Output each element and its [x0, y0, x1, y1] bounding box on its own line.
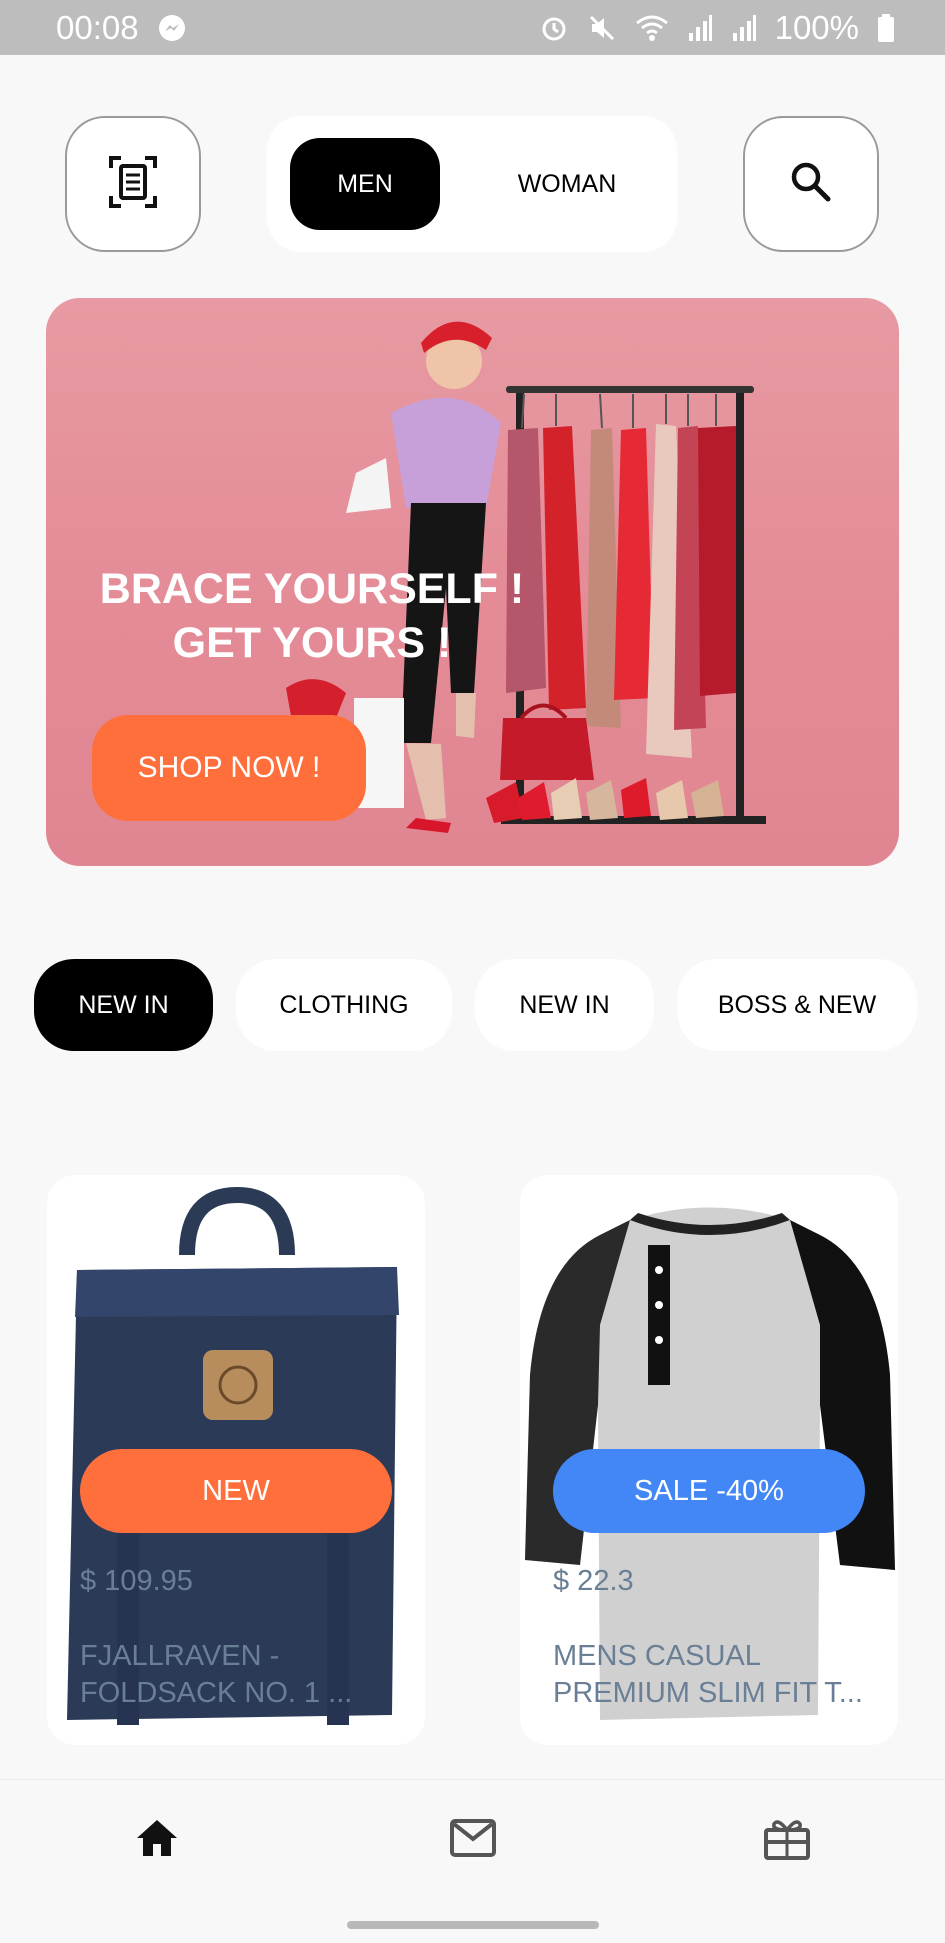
mute-icon — [587, 13, 617, 43]
tab-woman[interactable]: WOMAN — [482, 138, 652, 230]
nav-messages[interactable] — [433, 1800, 513, 1880]
status-time: 00:08 — [56, 8, 139, 46]
category-chip-new-in-2[interactable]: NEW IN — [475, 959, 654, 1051]
wifi-icon — [635, 13, 669, 43]
battery-percentage: 100% — [774, 8, 859, 46]
shop-now-button[interactable]: SHOP NOW ! — [92, 715, 366, 821]
category-chip-clothing[interactable]: CLOTHING — [236, 959, 452, 1051]
alarm-icon — [539, 13, 569, 43]
product-price: $ 109.95 — [80, 1565, 193, 1597]
product-price: $ 22.3 — [553, 1565, 634, 1597]
product-badge: NEW — [80, 1449, 392, 1533]
product-title: MENS CASUAL PREMIUM SLIM FIT T... — [553, 1638, 883, 1712]
product-title: FJALLRAVEN - FOLDSACK NO. 1 ... — [80, 1638, 410, 1712]
nav-gifts[interactable] — [747, 1800, 827, 1880]
category-chip-new-in[interactable]: NEW IN — [34, 959, 213, 1051]
product-title-line-1: FJALLRAVEN - — [80, 1640, 280, 1672]
nav-home[interactable] — [117, 1800, 197, 1880]
product-title-line-2: PREMIUM SLIM FIT T... — [553, 1677, 863, 1709]
category-chip-boss-and-new[interactable]: BOSS & NEW — [677, 959, 917, 1051]
bottom-navigation — [0, 1779, 945, 1909]
search-button[interactable] — [743, 116, 879, 252]
banner-headline: BRACE YOURSELF ! GET YOURS ! — [92, 562, 532, 670]
status-right: 100% — [539, 9, 895, 47]
promo-banner[interactable]: BRACE YOURSELF ! GET YOURS ! SHOP NOW ! — [46, 298, 899, 866]
product-title-line-1: MENS CASUAL — [553, 1640, 761, 1672]
tab-men[interactable]: MEN — [290, 138, 440, 230]
gender-toggle: MEN WOMAN — [267, 116, 677, 252]
search-icon — [790, 161, 832, 208]
banner-headline-line-2: GET YOURS ! — [172, 619, 452, 667]
banner-headline-line-1: BRACE YOURSELF ! — [99, 565, 525, 613]
scan-button[interactable] — [65, 116, 201, 252]
battery-icon — [877, 13, 895, 43]
product-title-line-2: FOLDSACK NO. 1 ... — [80, 1677, 353, 1709]
mail-icon — [450, 1818, 496, 1862]
product-card[interactable]: NEW $ 109.95 FJALLRAVEN - FOLDSACK NO. 1… — [47, 1175, 425, 1745]
system-home-indicator[interactable] — [347, 1921, 599, 1929]
gift-icon — [764, 1816, 810, 1865]
product-card[interactable]: SALE -40% $ 22.3 MENS CASUAL PREMIUM SLI… — [520, 1175, 898, 1745]
product-badge: SALE -40% — [553, 1449, 865, 1533]
home-icon — [135, 1818, 179, 1863]
signal-icon — [731, 13, 757, 43]
scan-document-icon — [109, 155, 157, 213]
status-left: 00:08 — [56, 9, 187, 47]
signal-icon — [687, 13, 713, 43]
status-bar: 00:08 100% — [0, 0, 945, 55]
messenger-icon — [157, 13, 187, 43]
